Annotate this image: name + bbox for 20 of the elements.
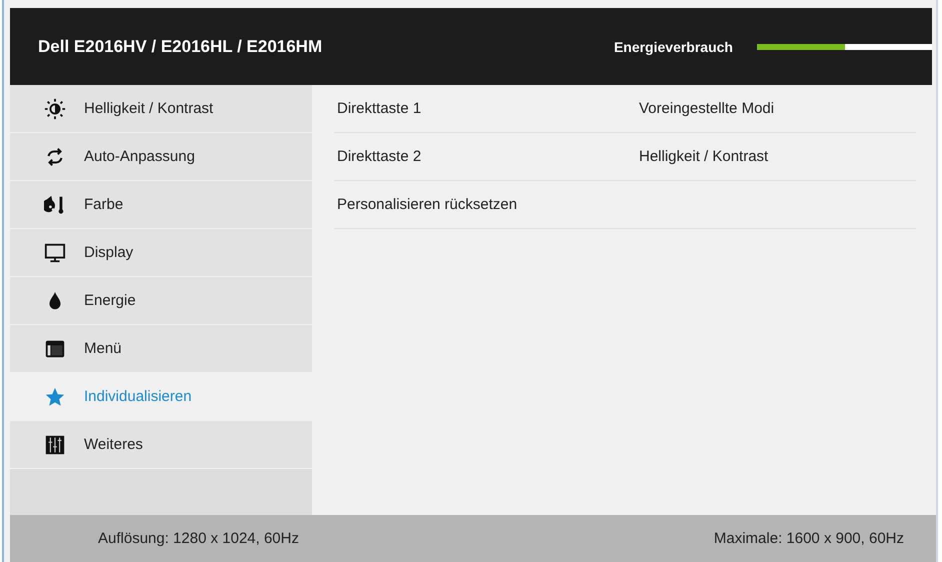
menu-item[interactable]: Menü (10, 325, 312, 373)
menu-item[interactable]: Helligkeit / Kontrast (10, 85, 312, 133)
sliders-icon (44, 434, 66, 456)
setting-label[interactable]: Direkttaste 1 (337, 100, 639, 117)
resolution-text: Auflösung: 1280 x 1024, 60Hz (98, 530, 299, 547)
setting-label[interactable]: Direkttaste 2 (337, 148, 639, 165)
setting-label[interactable]: Personalisieren rücksetzen (337, 196, 639, 213)
menu-item[interactable]: Display (10, 229, 312, 277)
monitor-icon (44, 242, 66, 264)
max-resolution-text: Maximale: 1600 x 900, 60Hz (714, 530, 904, 547)
menu-item[interactable]: Weiteres (10, 421, 312, 469)
menu-item[interactable]: Farbe (10, 181, 312, 229)
menu-item[interactable]: Auto-Anpassung (10, 133, 312, 181)
setting-value: Voreingestellte Modi (639, 100, 774, 117)
energy-label: Energieverbrauch (614, 38, 733, 54)
setting-value: Helligkeit / Kontrast (639, 148, 768, 165)
window-title: Dell E2016HV / E2016HL / E2016HM (38, 36, 324, 56)
star-icon (44, 386, 66, 408)
menu-item[interactable]: Energie (10, 277, 312, 325)
sun-icon (44, 98, 66, 120)
